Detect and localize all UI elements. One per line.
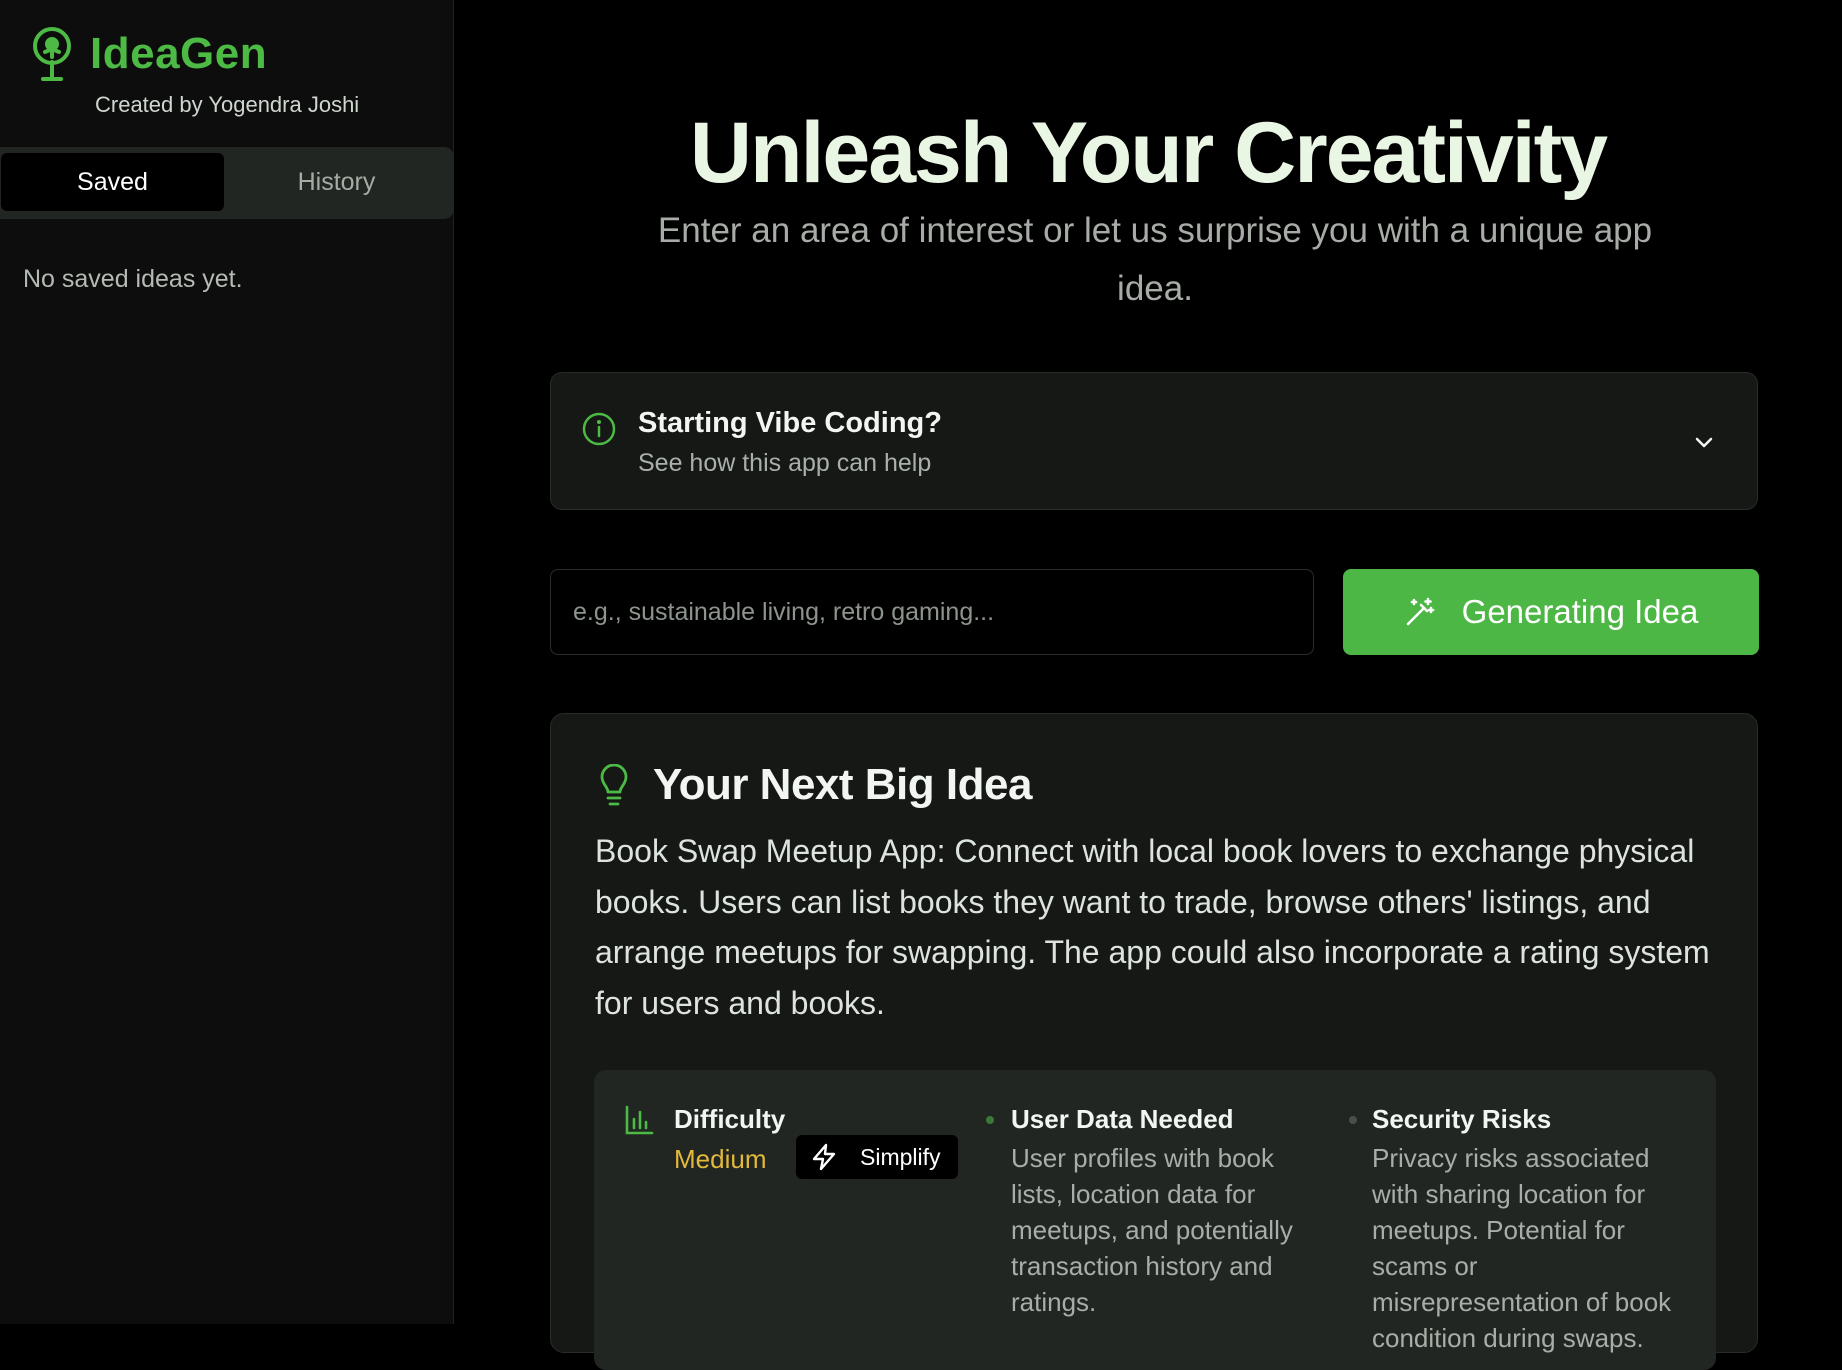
- difficulty-label: Difficulty: [674, 1104, 786, 1134]
- sidebar: IdeaGen Created by Yogendra Joshi Saved …: [0, 0, 454, 1324]
- tree-logo-icon: [33, 27, 71, 81]
- user-data-title: User Data Needed: [1011, 1104, 1234, 1134]
- idea-stats-panel: Difficulty Medium Simplify User Data Nee…: [594, 1070, 1716, 1370]
- database-icon: [986, 1116, 994, 1124]
- result-title: Your Next Big Idea: [653, 760, 1032, 809]
- brand-name: IdeaGen: [90, 29, 268, 78]
- vibe-coding-accordion[interactable]: Starting Vibe Coding? See how this app c…: [550, 372, 1758, 510]
- user-data-text: User profiles with book lists, location …: [1011, 1143, 1293, 1317]
- brand-subtitle: Created by Yogendra Joshi: [95, 92, 360, 117]
- lightning-icon: [812, 1143, 836, 1171]
- lightbulb-icon: [600, 764, 628, 806]
- generate-idea-label: Generating Idea: [1461, 593, 1699, 630]
- idea-result-card: Your Next Big Idea Book Swap Meetup App:…: [550, 713, 1758, 1370]
- tab-history[interactable]: History: [225, 153, 448, 211]
- empty-saved-message: No saved ideas yet.: [23, 265, 243, 293]
- bar-chart-icon: [625, 1105, 654, 1135]
- simplify-button[interactable]: Simplify: [796, 1135, 958, 1179]
- magic-wand-icon: [1406, 597, 1434, 626]
- info-icon: [582, 412, 616, 446]
- idea-description: Book Swap Meetup App: Connect with local…: [595, 833, 1710, 1021]
- page-subtitle: Enter an area of interest or let us surp…: [657, 211, 1653, 308]
- simplify-label: Simplify: [860, 1143, 941, 1170]
- brand[interactable]: IdeaGen: [28, 26, 267, 82]
- accordion-title: Starting Vibe Coding?: [638, 407, 942, 439]
- shield-icon: [1349, 1116, 1357, 1124]
- accordion-subtitle: See how this app can help: [638, 449, 932, 477]
- difficulty-value: Medium: [674, 1144, 767, 1174]
- interest-input[interactable]: [550, 569, 1314, 655]
- security-risks-title: Security Risks: [1372, 1104, 1552, 1134]
- page-title: Unleash Your Creativity: [689, 105, 1608, 201]
- generate-idea-button[interactable]: Generating Idea: [1343, 569, 1759, 655]
- sidebar-tabs: Saved History: [0, 147, 454, 219]
- chevron-down-icon[interactable]: [1691, 429, 1717, 455]
- tab-saved[interactable]: Saved: [1, 153, 224, 211]
